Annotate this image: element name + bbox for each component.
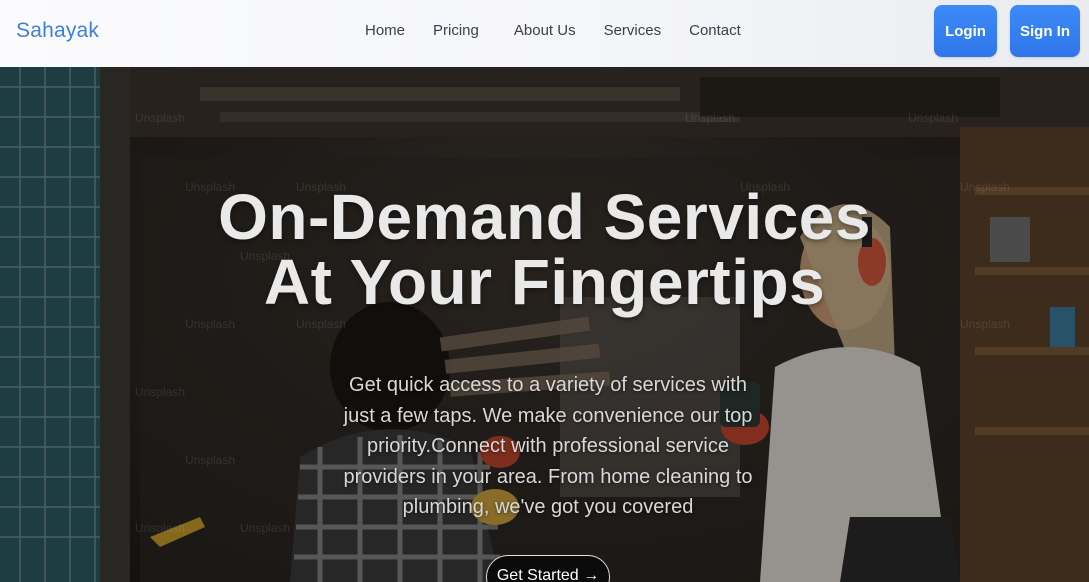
hero-section: Unsplash Unsplash Unsplash Unsplash Unsp… bbox=[0, 67, 1089, 582]
unsplash-watermark: Unsplash bbox=[135, 521, 186, 535]
unsplash-watermark: Unsplash bbox=[908, 111, 959, 125]
hero-headline-line1: On-Demand Services bbox=[218, 181, 871, 253]
hero-description: Get quick access to a variety of service… bbox=[343, 374, 753, 518]
nav-link-services[interactable]: Services bbox=[604, 22, 662, 39]
nav-link-pricing[interactable]: Pricing bbox=[433, 22, 479, 39]
sign-in-button[interactable]: Sign In bbox=[1010, 5, 1080, 57]
unsplash-watermark: Unsplash bbox=[185, 317, 236, 331]
unsplash-watermark: Unsplash bbox=[135, 111, 186, 125]
top-navbar: Sahayak Home Pricing About Us Services C… bbox=[0, 0, 1089, 67]
unsplash-watermark: Unsplash bbox=[240, 521, 291, 535]
login-button[interactable]: Login bbox=[934, 5, 997, 57]
nav-link-contact[interactable]: Contact bbox=[689, 22, 741, 39]
nav-link-about-us[interactable]: About Us bbox=[514, 22, 576, 39]
unsplash-watermark: Unsplash bbox=[135, 385, 186, 399]
unsplash-watermark: Unsplash bbox=[685, 111, 736, 125]
unsplash-watermark: Unsplash bbox=[185, 453, 236, 467]
get-started-button[interactable]: Get Started → bbox=[486, 555, 610, 582]
unsplash-watermark: Unsplash bbox=[296, 317, 347, 331]
hero-headline-line2: At Your Fingertips bbox=[263, 246, 826, 318]
hero-headline: On-Demand Services At Your Fingertips bbox=[0, 185, 1089, 315]
nav-links: Home Pricing About Us Services Contact bbox=[365, 22, 741, 39]
unsplash-watermark: Unsplash bbox=[960, 317, 1011, 331]
brand-logo[interactable]: Sahayak bbox=[16, 19, 99, 43]
nav-link-home[interactable]: Home bbox=[365, 22, 405, 39]
